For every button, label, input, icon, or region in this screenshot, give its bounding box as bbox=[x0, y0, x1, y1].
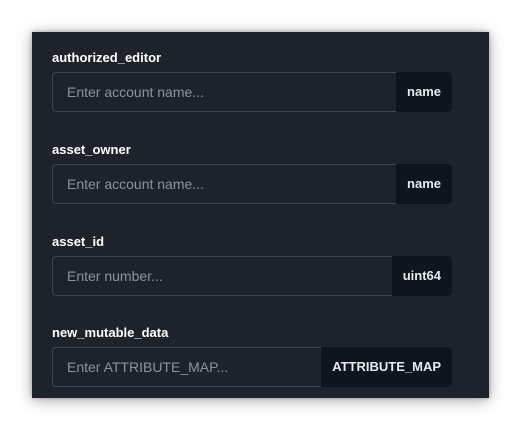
field-asset-id: asset_id uint64 bbox=[52, 234, 452, 296]
authorized-editor-input[interactable] bbox=[53, 73, 451, 111]
field-label: new_mutable_data bbox=[52, 325, 169, 340]
asset-owner-input[interactable] bbox=[53, 165, 451, 203]
field-label: asset_owner bbox=[52, 142, 131, 157]
type-badge: ATTRIBUTE_MAP bbox=[321, 347, 452, 387]
input-group: uint64 bbox=[52, 256, 452, 296]
type-badge: name bbox=[396, 164, 452, 204]
field-authorized-editor: authorized_editor name bbox=[52, 50, 452, 112]
field-new-mutable-data: new_mutable_data ATTRIBUTE_MAP bbox=[52, 325, 452, 387]
action-form-panel: authorized_editor name asset_owner name … bbox=[32, 32, 489, 398]
field-label: asset_id bbox=[52, 234, 105, 249]
input-group: name bbox=[52, 72, 452, 112]
field-asset-owner: asset_owner name bbox=[52, 142, 452, 204]
field-label: authorized_editor bbox=[52, 50, 162, 65]
type-badge: name bbox=[396, 72, 452, 112]
type-badge: uint64 bbox=[391, 256, 452, 296]
input-group: ATTRIBUTE_MAP bbox=[52, 347, 452, 387]
input-group: name bbox=[52, 164, 452, 204]
